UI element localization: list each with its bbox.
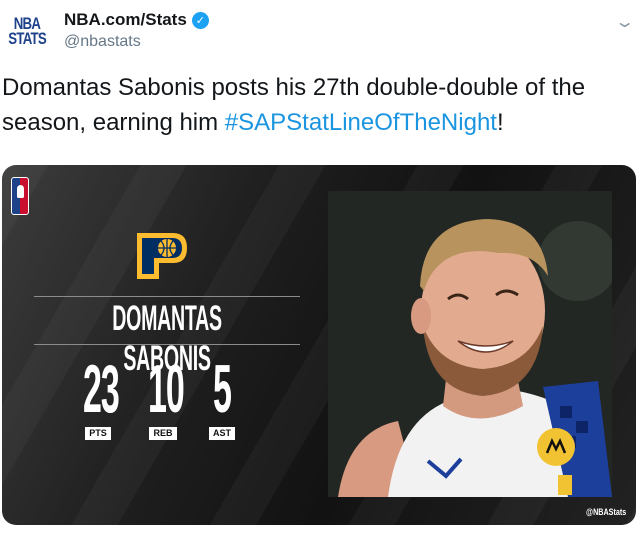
- player-illustration: [328, 191, 612, 497]
- pacers-logo-icon: [137, 233, 187, 279]
- avatar-line-2: STATS: [8, 29, 46, 48]
- stat-label: PTS: [85, 427, 111, 440]
- stat-rebounds: 10 REB: [133, 355, 193, 441]
- watermark: @NBAStats: [585, 507, 626, 517]
- stat-graphic[interactable]: DOMANTAS SABONIS 23 PTS 10 REB 5 AST @NB…: [2, 165, 636, 525]
- player-photo: [328, 191, 612, 497]
- hashtag-link[interactable]: #SAPStatLineOfTheNight: [225, 109, 497, 136]
- stat-label: AST: [209, 427, 235, 440]
- display-name[interactable]: NBA.com/Stats: [64, 10, 187, 30]
- author-handle[interactable]: @nbastats: [64, 33, 141, 51]
- verified-badge-icon: ✓: [191, 11, 209, 29]
- tweet-text: Domantas Sabonis posts his 27th double-d…: [2, 70, 639, 140]
- chevron-down-icon[interactable]: ⌄: [614, 12, 635, 32]
- stat-value: 10: [148, 351, 185, 427]
- stat-value: 5: [213, 351, 232, 427]
- name-divider-bottom: [34, 344, 300, 345]
- stat-points: 23 PTS: [68, 355, 128, 441]
- stat-value: 23: [83, 351, 120, 427]
- avatar[interactable]: NBA STATS: [4, 6, 50, 56]
- stat-label: REB: [149, 427, 177, 440]
- tweet-text-end: !: [496, 109, 504, 136]
- author-name-row[interactable]: NBA.com/Stats ✓: [64, 10, 209, 30]
- stat-assists: 5 AST: [192, 355, 252, 441]
- nba-logo-icon: [11, 177, 29, 215]
- name-divider-top: [34, 296, 300, 297]
